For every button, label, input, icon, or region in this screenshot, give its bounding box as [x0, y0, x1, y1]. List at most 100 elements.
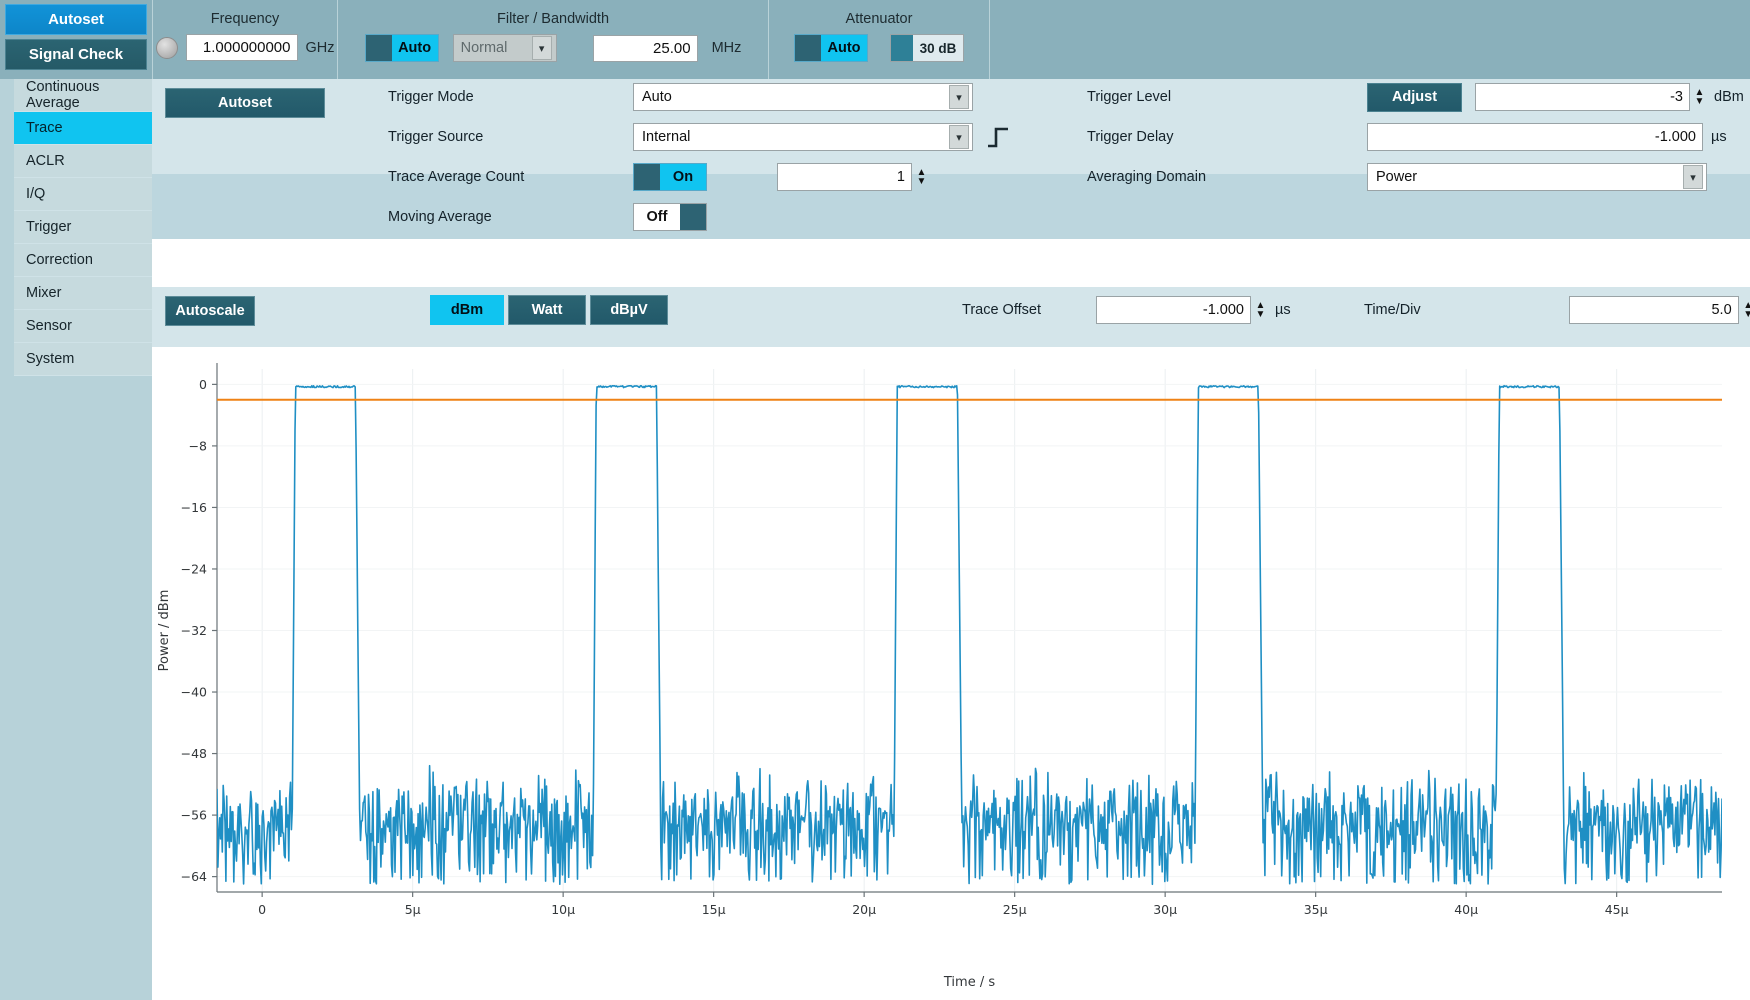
sidebar-item-label: I/Q: [26, 186, 46, 202]
chevron-down-icon: ▾: [949, 85, 969, 109]
toggle-knob: [634, 164, 660, 190]
svg-text:Power / dBm: Power / dBm: [157, 590, 172, 672]
svg-text:30µ: 30µ: [1153, 902, 1177, 917]
trigger-delay-input[interactable]: -1.000: [1367, 123, 1703, 151]
filter-auto-toggle-label: Auto: [391, 35, 438, 61]
trace-average-count-toggle[interactable]: On: [633, 163, 707, 191]
trace-offset-stepper[interactable]: ▲ ▼: [1251, 296, 1270, 324]
svg-text:0: 0: [199, 377, 207, 392]
sidebar-item-aclr[interactable]: ACLR: [14, 145, 152, 178]
trigger-level-input[interactable]: -3: [1475, 83, 1690, 111]
sidebar-item-mixer[interactable]: Mixer: [14, 277, 152, 310]
unit-button-dbm[interactable]: dBm: [430, 295, 504, 325]
averaging-domain-select[interactable]: Power ▾: [1367, 163, 1707, 191]
attenuator-group: Attenuator Auto 30 dB: [769, 0, 989, 79]
trace-average-count-label: Trace Average Count: [388, 169, 525, 185]
sidebar-item-continuous-average[interactable]: Continuous Average: [14, 79, 152, 112]
trace-offset-label: Trace Offset: [962, 302, 1041, 318]
toggle-knob: [365, 35, 392, 61]
trace-offset-input[interactable]: -1.000: [1095, 296, 1251, 324]
svg-text:40µ: 40µ: [1454, 902, 1478, 917]
attenuator-auto-toggle[interactable]: Auto: [794, 34, 868, 62]
trigger-level-adjust-button[interactable]: Adjust: [1367, 82, 1462, 112]
signal-check-button[interactable]: Signal Check: [5, 39, 147, 70]
chevron-down-icon: ▾: [949, 125, 969, 149]
sidebar-item-correction[interactable]: Correction: [14, 244, 152, 277]
trigger-mode-label: Trigger Mode: [388, 89, 474, 105]
svg-text:0: 0: [258, 902, 266, 917]
trace-toolbar: Autoscale dBm Watt dBµV Trace Offset -1.…: [152, 287, 1750, 347]
rising-edge-slope-icon: [988, 127, 1008, 148]
svg-text:20µ: 20µ: [852, 902, 876, 917]
time-per-div-group: Time/Div 5.0 ▲▼ µs: [1364, 296, 1750, 324]
sidebar: Continuous Average Trace ACLR I/Q Trigge…: [0, 79, 152, 1000]
sidebar-item-trigger[interactable]: Trigger: [14, 211, 152, 244]
moving-average-row: Moving Average Off: [388, 199, 707, 235]
moving-average-toggle[interactable]: Off: [633, 203, 707, 231]
svg-text:−32: −32: [181, 623, 207, 638]
svg-text:Time / s: Time / s: [943, 975, 995, 990]
sidebar-item-iq[interactable]: I/Q: [14, 178, 152, 211]
frequency-group-label: Frequency: [210, 11, 280, 27]
trigger-level-stepper[interactable]: ▲ ▼: [1690, 83, 1709, 111]
trigger-source-value: Internal: [642, 129, 691, 145]
trigger-delay-row: Trigger Delay -1.000 µs: [1087, 119, 1727, 155]
sidebar-list: Continuous Average Trace ACLR I/Q Trigge…: [14, 79, 152, 376]
sidebar-item-sensor[interactable]: Sensor: [14, 310, 152, 343]
trace-offset-group: Trace Offset -1.000 ▲ ▼ µs: [962, 296, 1291, 324]
filter-bandwidth-group: Filter / Bandwidth Auto Normal ▾ 25.00 M…: [338, 0, 768, 79]
trace-average-count-row: Trace Average Count On 1 ▲ ▼: [388, 159, 931, 195]
filter-type-select[interactable]: Normal ▾: [452, 34, 557, 62]
frequency-unit: GHz: [305, 39, 335, 56]
time-per-div-input[interactable]: 5.0: [1568, 296, 1739, 324]
trace-chart[interactable]: 0 −8 −16 −24 −32 −40 −48 −56 −64 0 5µ 10µ 15µ 20µ 25µ 3…: [152, 347, 1750, 1000]
trigger-mode-select[interactable]: Auto ▾: [633, 83, 973, 111]
sidebar-item-trace[interactable]: Trace: [14, 112, 152, 145]
svg-text:−24: −24: [181, 561, 207, 576]
sidebar-item-label: Continuous Average: [26, 79, 100, 111]
trigger-source-row: Trigger Source Internal ▾: [388, 119, 1011, 155]
toggle-knob: [891, 35, 913, 61]
top-left-buttons: Autoset Signal Check: [0, 0, 152, 79]
unit-button-watt[interactable]: Watt: [508, 295, 586, 325]
frequency-knob[interactable]: [155, 36, 178, 59]
sidebar-item-system[interactable]: System: [14, 343, 152, 376]
svg-text:−56: −56: [181, 808, 207, 823]
chevron-down-icon: ▾: [531, 36, 552, 60]
time-per-div-label: Time/Div: [1364, 302, 1421, 318]
trace-average-count-input[interactable]: 1: [777, 163, 912, 191]
toggle-knob: [680, 204, 706, 230]
attenuator-value-button[interactable]: 30 dB: [890, 34, 964, 62]
toggle-knob: [795, 35, 821, 61]
unit-button-dbuv[interactable]: dBµV: [590, 295, 668, 325]
trace-settings-panel: Autoset Trigger Mode Auto ▾ Trigger Leve…: [152, 79, 1750, 239]
averaging-domain-value: Power: [1376, 169, 1418, 185]
settings-autoset-button[interactable]: Autoset: [165, 88, 325, 118]
bandwidth-input[interactable]: 25.00: [592, 34, 698, 62]
svg-text:25µ: 25µ: [1003, 902, 1027, 917]
frequency-input[interactable]: 1.000000000: [185, 34, 298, 61]
svg-text:5µ: 5µ: [405, 902, 421, 917]
sidebar-item-label: ACLR: [26, 153, 65, 169]
sidebar-item-label: System: [26, 351, 75, 367]
sidebar-item-label: Mixer: [26, 285, 62, 301]
attenuator-group-label: Attenuator: [845, 11, 913, 27]
sidebar-item-label: Sensor: [26, 318, 72, 334]
trigger-source-select[interactable]: Internal ▾: [633, 123, 973, 151]
top-toolbar: Autoset Signal Check Frequency 1.0000000…: [0, 0, 1750, 79]
svg-text:−64: −64: [181, 869, 207, 884]
trace-plot-svg: 0 −8 −16 −24 −32 −40 −48 −56 −64 0 5µ 10µ 15µ 20µ 25µ 3…: [157, 363, 1722, 990]
svg-text:−40: −40: [181, 685, 207, 700]
trigger-mode-value: Auto: [642, 89, 672, 105]
averaging-domain-row: Averaging Domain Power ▾: [1087, 159, 1707, 195]
unit-button-group: dBm Watt dBµV: [430, 295, 668, 325]
filter-auto-toggle[interactable]: Auto: [364, 34, 439, 62]
autoscale-button[interactable]: Autoscale: [165, 296, 255, 326]
svg-text:45µ: 45µ: [1605, 902, 1629, 917]
sidebar-item-label: Correction: [26, 252, 93, 268]
svg-text:−16: −16: [181, 500, 207, 515]
time-per-div-stepper[interactable]: ▲ ▼: [1739, 296, 1750, 324]
trace-average-count-stepper[interactable]: ▲ ▼: [912, 163, 931, 191]
svg-text:35µ: 35µ: [1304, 902, 1328, 917]
autoset-button[interactable]: Autoset: [5, 4, 147, 35]
